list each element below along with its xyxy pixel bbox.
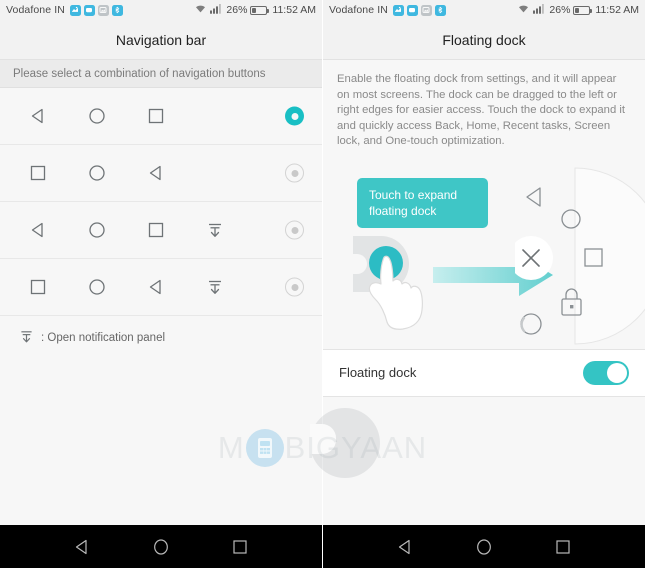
nav-back-button[interactable] [377, 537, 433, 557]
combination-icons [8, 220, 244, 240]
sync-badge-icon [392, 4, 404, 16]
image-badge-icon [97, 4, 109, 16]
nav-home-button[interactable] [133, 537, 189, 557]
home-icon [67, 163, 126, 183]
switch-knob [607, 362, 627, 383]
back-icon [126, 277, 185, 297]
recents-icon [8, 163, 67, 183]
message-badge-icon [406, 4, 418, 16]
floating-dock-illustration: Touch to expand floating dock [323, 163, 645, 349]
left-phone-screen: Vodafone IN 26% 11:52 AM Navigation bar … [0, 0, 322, 568]
legend-row: : Open notification panel [0, 316, 322, 360]
notification-panel-icon [185, 277, 244, 297]
right-phone-screen: Vodafone IN 26% 11:52 AM Floating dock E… [322, 0, 645, 568]
recents-icon [8, 277, 67, 297]
home-icon [67, 106, 126, 126]
radio-option-2[interactable] [285, 163, 304, 183]
dock-optimize-icon [520, 312, 542, 335]
combination-icons [8, 277, 244, 297]
signal-bars-icon [533, 3, 546, 17]
radio-unselected [285, 220, 304, 240]
nav-combination-row[interactable] [0, 259, 322, 316]
left-empty-area [0, 360, 322, 525]
status-notification-icons [392, 4, 446, 16]
back-icon [126, 163, 185, 183]
battery-icon [573, 5, 593, 15]
battery-icon [250, 5, 270, 15]
back-icon [8, 220, 67, 240]
carrier-label: Vodafone IN [329, 4, 388, 16]
notification-panel-icon [185, 220, 244, 240]
nav-home-button[interactable] [456, 537, 512, 557]
combination-icons [8, 106, 185, 126]
toggle-label: Floating dock [339, 365, 417, 380]
right-title-bar: Floating dock [323, 20, 645, 60]
clock-label: 11:52 AM [595, 4, 639, 16]
radio-option-1[interactable] [285, 106, 304, 126]
nav-combination-row[interactable] [0, 145, 322, 202]
floating-dock-description: Enable the floating dock from settings, … [323, 60, 645, 164]
home-icon [67, 220, 126, 240]
radio-option-3[interactable] [285, 220, 304, 240]
back-icon [8, 106, 67, 126]
page-title: Navigation bar [115, 31, 207, 48]
pointing-hand-icon [359, 252, 441, 335]
wifi-icon [194, 3, 207, 17]
wifi-icon [517, 3, 530, 17]
battery-percent-label: 26% [549, 4, 571, 16]
dock-back-icon [526, 186, 541, 207]
floating-dock-toggle-row[interactable]: Floating dock [323, 348, 645, 397]
message-badge-icon [83, 4, 95, 16]
system-navigation-bar-right [323, 525, 645, 568]
sync-badge-icon [69, 4, 81, 16]
radio-unselected [285, 163, 304, 183]
recents-icon [126, 106, 185, 126]
floating-dock-switch[interactable] [583, 360, 629, 385]
clock-label: 11:52 AM [272, 4, 316, 16]
nav-combination-row[interactable] [0, 88, 322, 145]
legend-label: : Open notification panel [41, 332, 166, 344]
status-bar-left: Vodafone IN 26% 11:52 AM [0, 0, 322, 20]
expanded-dock [509, 166, 645, 349]
status-bar-right: Vodafone IN 26% 11:52 AM [323, 0, 645, 20]
status-right-cluster: 26% 11:52 AM [517, 3, 639, 17]
page-title: Floating dock [442, 31, 526, 48]
status-right-cluster: 26% 11:52 AM [194, 3, 316, 17]
status-notification-icons [69, 4, 123, 16]
nav-back-button[interactable] [54, 537, 110, 557]
bluetooth-badge-icon [434, 4, 446, 16]
nav-recents-button[interactable] [535, 537, 591, 557]
dual-screenshot: Vodafone IN 26% 11:52 AM Navigation bar … [0, 0, 645, 568]
left-title-bar: Navigation bar [0, 20, 322, 60]
dock-close-bg [509, 235, 553, 280]
combination-icons [8, 163, 185, 183]
system-navigation-bar-left [0, 525, 322, 568]
carrier-label: Vodafone IN [6, 4, 65, 16]
radio-unselected [285, 277, 304, 297]
bluetooth-badge-icon [111, 4, 123, 16]
battery-percent-label: 26% [226, 4, 248, 16]
radio-selected [285, 106, 304, 126]
nav-combination-row[interactable] [0, 202, 322, 259]
image-badge-icon [420, 4, 432, 16]
watermark-blob [310, 408, 380, 478]
navigation-combination-list: : Open notification panel [0, 88, 322, 360]
notification-panel-icon [18, 328, 35, 348]
home-icon [67, 277, 126, 297]
selection-hint: Please select a combination of navigatio… [0, 60, 322, 88]
recents-icon [126, 220, 185, 240]
nav-recents-button[interactable] [212, 537, 268, 557]
signal-bars-icon [210, 3, 223, 17]
tooltip-bubble: Touch to expand floating dock [357, 177, 488, 228]
radio-option-4[interactable] [285, 277, 304, 297]
